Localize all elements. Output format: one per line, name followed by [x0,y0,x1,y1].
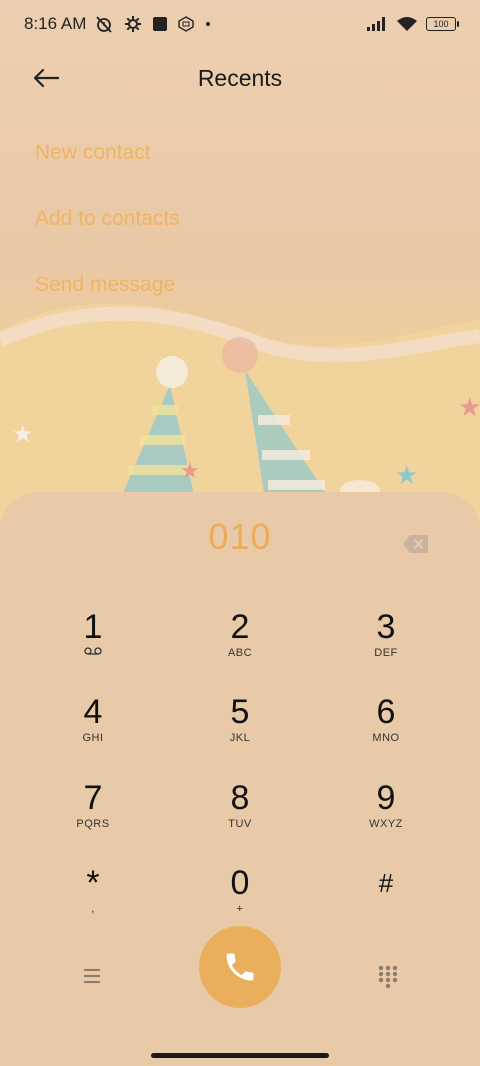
key-digit: 5 [230,693,250,731]
key-star[interactable]: * , [33,864,153,936]
key-digit: 6 [376,693,396,731]
key-digit: 9 [376,779,396,817]
alarm-off-icon [96,16,113,33]
key-digit: 8 [230,779,250,817]
key-letters: GHI [82,732,104,744]
svg-text:★: ★ [395,461,418,491]
app-header: Recents [0,52,480,104]
square-icon [153,17,168,31]
key-digit: 4 [83,693,103,731]
key-digit: 7 [83,779,103,817]
signal-icon [367,17,385,31]
key-digit: 2 [230,608,250,646]
battery-level: 100 [433,19,449,29]
keypad-toggle-button[interactable] [376,964,400,995]
battery-icon: 100 [426,17,459,31]
key-letters: WXYZ [369,818,403,830]
key-1[interactable]: 1 [33,608,153,680]
key-digit: * [86,864,100,902]
svg-text:★: ★ [180,459,200,484]
dialpad-icon [378,965,398,989]
status-icons-right: 100 [366,16,459,32]
status-time: 8:16 AM [24,14,87,33]
phone-icon [226,953,254,981]
arrow-left-icon [33,68,59,88]
key-2[interactable]: 2 ABC [180,608,300,680]
key-digit: 1 [83,608,103,646]
key-letters: MNO [372,732,400,744]
key-digit: # [378,868,394,898]
key-letters: ABC [227,647,253,659]
key-6[interactable]: 6 MNO [326,693,446,765]
key-9[interactable]: 9 WXYZ [326,779,446,851]
key-letters: PQRS [76,818,110,830]
send-message-button[interactable]: Send message [35,252,180,318]
wifi-icon [397,17,417,31]
key-letters: JKL [229,732,251,744]
key-digit: 0 [230,864,250,902]
add-to-contacts-button[interactable]: Add to contacts [35,186,180,252]
backspace-button[interactable] [402,533,430,557]
home-indicator[interactable] [151,1053,329,1058]
key-letters: TUV [228,818,252,830]
key-4[interactable]: 4 GHI [33,693,153,765]
svg-text:★: ★ [12,420,34,448]
key-hash[interactable]: # [326,864,446,936]
key-7[interactable]: 7 PQRS [33,779,153,851]
menu-icon [84,969,100,983]
key-digit: 3 [376,608,396,646]
menu-button[interactable] [80,966,104,991]
backspace-icon [403,535,428,553]
key-letters: DEF [374,647,398,659]
settings-icon [125,16,142,32]
key-8[interactable]: 8 TUV [180,779,300,851]
page-title: Recents [197,64,283,91]
voicemail-icon [84,647,102,655]
dot-icon [206,22,211,26]
key-3[interactable]: 3 DEF [326,608,446,680]
key-5[interactable]: 5 JKL [180,693,300,765]
key-letters: , [91,903,95,915]
key-letters: + [236,903,244,915]
action-list: New contact Add to contacts Send message [35,120,180,318]
status-bar: 8:16 AM 100 [0,0,480,48]
svg-text:★: ★ [458,393,480,423]
sim-icon [178,16,195,32]
new-contact-button[interactable]: New contact [35,120,180,186]
call-button[interactable] [199,926,281,1008]
back-button[interactable] [30,62,62,94]
status-icons-left [94,14,212,34]
